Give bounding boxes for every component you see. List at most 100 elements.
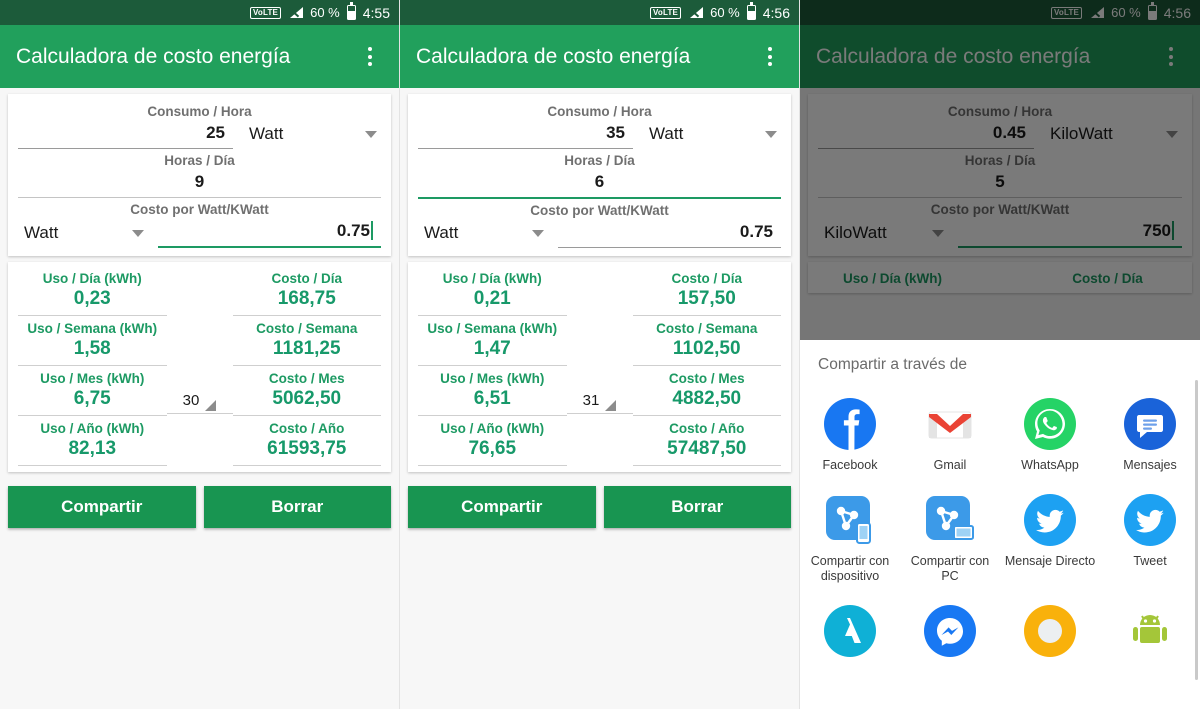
uso-semana-label: Uso / Semana (kWh) (27, 321, 158, 336)
status-bar: VoLTE 60 % 4:56 (800, 0, 1200, 25)
costo-label: Costo por Watt/KWatt (930, 202, 1070, 217)
facebook-icon (824, 398, 876, 450)
share-target-label: Tweet (1133, 553, 1167, 568)
uso-semana-cell: Uso / Semana (kWh) 1,58 (18, 316, 167, 366)
battery-percent: 60 % (310, 5, 340, 20)
costo-anio-value: 61593,75 (232, 437, 381, 466)
consumo-unit-spinner: KiloWatt (1044, 122, 1182, 149)
costo-mes-cell: Costo / Mes 5062,50 (232, 366, 381, 416)
consumo-input[interactable]: 25 (18, 121, 233, 149)
uso-mes-value: 6,75 (18, 387, 167, 416)
share-target-mensajes[interactable]: Mensajes (1100, 390, 1200, 486)
spacer-cell (967, 266, 1033, 287)
spacer-cell (167, 316, 233, 366)
costo-mes-label: Costo / Mes (268, 371, 345, 386)
input-card: Consumo / Hora 0.45 KiloWatt Horas / Día… (808, 94, 1192, 256)
panel-2-body: Consumo / Hora 35 Watt Horas / Día 6 Cos… (400, 94, 799, 472)
consumo-unit-value: Watt (249, 124, 284, 143)
share-button[interactable]: Compartir (8, 486, 196, 528)
uso-dia-value: 0,21 (418, 287, 567, 316)
costo-input: 750 (958, 219, 1182, 248)
dias-mes-spinner[interactable]: 31 (566, 387, 633, 414)
costo-dia-value: 168,75 (232, 287, 381, 316)
uso-anio-label: Uso / Año (kWh) (440, 421, 545, 436)
costo-unit-spinner: KiloWatt (818, 221, 948, 248)
consumo-unit-value: KiloWatt (1050, 124, 1113, 143)
table-row: Uso / Mes (kWh) 6,51 31 Costo / Mes 4882… (418, 366, 781, 416)
messages-icon (1124, 398, 1176, 450)
android-icon (1124, 605, 1176, 657)
share-button[interactable]: Compartir (408, 486, 596, 528)
costo-anio-label: Costo / Año (269, 421, 345, 436)
share-device-icon (824, 494, 876, 546)
consumo-unit-spinner[interactable]: Watt (243, 122, 381, 149)
uso-dia-label: Uso / Día (kWh) (442, 271, 542, 286)
adobe-icon (824, 604, 876, 657)
overflow-menu-icon[interactable] (357, 47, 383, 66)
share-target-gmail[interactable]: Gmail (900, 390, 1000, 486)
share-target-facebook[interactable]: Facebook (800, 390, 900, 486)
uso-mes-label: Uso / Mes (kWh) (440, 371, 545, 386)
share-target-whatsapp[interactable]: WhatsApp (1000, 390, 1100, 486)
costo-unit-value: Watt (24, 223, 59, 242)
share-target-amber[interactable] (1000, 597, 1100, 677)
share-target-messenger[interactable] (900, 597, 1000, 677)
clock: 4:55 (362, 4, 390, 21)
share-target-android[interactable] (1100, 597, 1200, 677)
costo-dia-cell: Costo / Día (1033, 266, 1182, 287)
share-sheet-scrollbar[interactable] (1195, 380, 1198, 680)
share-target-tweet[interactable]: Tweet (1100, 486, 1200, 597)
messenger-icon (924, 604, 976, 657)
panel-1-body: Consumo / Hora 25 Watt Horas / Día 9 Cos… (0, 94, 399, 472)
chevron-down-icon (1166, 130, 1178, 138)
dias-mes-value: 30 (182, 392, 200, 409)
horas-input[interactable]: 9 (18, 170, 381, 198)
costo-mes-value: 4882,50 (632, 387, 781, 416)
share-target-compartir-dispositivo[interactable]: Compartir con dispositivo (800, 486, 900, 597)
share-target-adobe[interactable] (800, 597, 900, 677)
consumo-unit-spinner[interactable]: Watt (643, 122, 781, 149)
battery-percent: 60 % (1111, 5, 1141, 20)
share-target-label: Facebook (822, 458, 878, 472)
clear-button[interactable]: Borrar (203, 486, 391, 528)
costo-semana-label: Costo / Semana (256, 321, 358, 336)
consumo-unit-value: Watt (649, 124, 684, 143)
horas-input[interactable]: 6 (418, 170, 781, 199)
consumo-row: 0.45 KiloWatt (818, 121, 1182, 149)
costo-unit-value: Watt (424, 223, 459, 242)
consumo-row: 25 Watt (18, 121, 381, 149)
panel-3: VoLTE 60 % 4:56 Calculadora de costo ene… (800, 0, 1200, 709)
share-target-label: Compartir con PC (910, 553, 990, 584)
costo-row: Watt 0.75 (418, 220, 781, 248)
share-sheet-title: Compartir a través de (818, 356, 968, 373)
text-caret (371, 221, 373, 240)
costo-unit-value: KiloWatt (824, 223, 887, 242)
costo-unit-spinner[interactable]: Watt (18, 221, 148, 248)
costo-semana-cell: Costo / Semana 1102,50 (632, 316, 781, 366)
costo-dia-label: Costo / Día (671, 271, 742, 286)
input-card: Consumo / Hora 35 Watt Horas / Día 6 Cos… (408, 94, 791, 256)
uso-semana-cell: Uso / Semana (kWh) 1,47 (418, 316, 567, 366)
volte-icon: VoLTE (249, 6, 282, 19)
text-caret (1172, 221, 1174, 240)
share-target-compartir-pc[interactable]: Compartir con PC (900, 486, 1000, 597)
page-title: Calculadora de costo energía (816, 44, 1091, 68)
costo-unit-spinner[interactable]: Watt (418, 221, 548, 248)
consumo-input[interactable]: 35 (418, 121, 633, 149)
costo-input[interactable]: 0.75 (158, 219, 381, 248)
share-target-mensaje-directo[interactable]: Mensaje Directo (1000, 486, 1100, 597)
uso-anio-label: Uso / Año (kWh) (40, 421, 145, 436)
chevron-down-icon (765, 130, 777, 138)
costo-input[interactable]: 0.75 (558, 220, 781, 248)
clear-button[interactable]: Borrar (603, 486, 791, 528)
overflow-menu-icon[interactable] (757, 47, 783, 66)
uso-mes-value: 6,51 (418, 387, 567, 416)
costo-dia-cell: Costo / Día 168,75 (232, 266, 381, 316)
costo-semana-label: Costo / Semana (656, 321, 758, 336)
dias-mes-spinner[interactable]: 30 (166, 387, 233, 414)
panel-2: VoLTE 60 % 4:56 Calculadora de costo ene… (400, 0, 800, 709)
chevron-down-icon (132, 229, 144, 237)
signal-icon (1089, 6, 1105, 19)
signal-icon (288, 6, 304, 19)
spacer-cell (567, 316, 633, 366)
